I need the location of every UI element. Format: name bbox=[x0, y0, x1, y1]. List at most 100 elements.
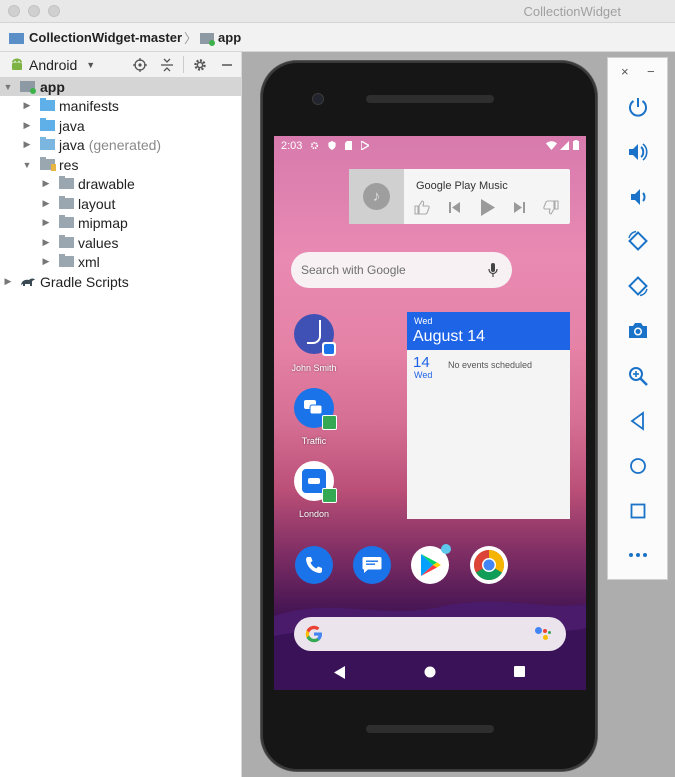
tree-item-app[interactable]: ▼ app bbox=[0, 77, 241, 96]
shortcut-label: John Smith bbox=[291, 363, 337, 373]
expand-arrow-icon[interactable]: ▶ bbox=[40, 237, 52, 248]
minimize-emulator-button[interactable]: − bbox=[647, 64, 655, 79]
phone-app-icon[interactable] bbox=[295, 546, 333, 584]
music-title: Google Play Music bbox=[416, 180, 508, 192]
google-g-icon bbox=[305, 625, 322, 643]
messages-app-icon[interactable] bbox=[353, 546, 391, 584]
close-emulator-button[interactable]: × bbox=[621, 64, 629, 79]
skip-next-icon[interactable] bbox=[513, 201, 526, 214]
contact-icon[interactable] bbox=[294, 314, 336, 356]
collapse-all-icon[interactable] bbox=[160, 58, 174, 72]
window-title: CollectionWidget bbox=[523, 4, 621, 19]
expand-arrow-icon[interactable]: ▶ bbox=[21, 120, 33, 131]
search-placeholder: Search with Google bbox=[301, 263, 406, 277]
back-button[interactable] bbox=[622, 405, 654, 437]
front-camera bbox=[312, 93, 324, 105]
project-toolbar: Android ▼ bbox=[0, 52, 241, 78]
more-button[interactable] bbox=[622, 539, 654, 571]
module-icon bbox=[20, 81, 36, 94]
back-icon[interactable] bbox=[334, 666, 346, 679]
breadcrumb-separator: 〉 bbox=[184, 30, 198, 46]
music-note-icon: ♪ bbox=[363, 183, 390, 210]
tree-item-gradle-scripts[interactable]: ▶ Gradle Scripts bbox=[0, 272, 241, 291]
wifi-icon bbox=[546, 141, 557, 150]
expand-arrow-icon[interactable]: ▼ bbox=[2, 82, 14, 92]
breadcrumb-module[interactable]: app bbox=[218, 30, 241, 45]
chrome-app-icon[interactable] bbox=[470, 546, 508, 584]
calendar-header: Wed August 14 bbox=[407, 312, 570, 350]
expand-arrow-icon[interactable]: ▶ bbox=[40, 198, 52, 209]
tree-item-label: xml bbox=[78, 253, 100, 270]
tree-item-suffix: (generated) bbox=[88, 136, 162, 153]
tree-item-java-generated[interactable]: ▶ java (generated) bbox=[0, 135, 241, 154]
traffic-icon[interactable] bbox=[294, 388, 337, 430]
expand-arrow-icon[interactable]: ▶ bbox=[40, 217, 52, 228]
tree-item-label: drawable bbox=[78, 175, 135, 192]
view-mode-select[interactable]: Android bbox=[29, 57, 77, 73]
thumbs-down-icon[interactable] bbox=[543, 200, 559, 215]
play-store-app-icon[interactable] bbox=[411, 544, 451, 584]
expand-arrow-icon[interactable]: ▼ bbox=[21, 160, 33, 170]
overview-button[interactable] bbox=[622, 495, 654, 527]
toolbar-divider bbox=[183, 56, 184, 73]
tree-item-manifests[interactable]: ▶ manifests bbox=[0, 96, 241, 115]
power-button[interactable] bbox=[622, 91, 654, 123]
directions-icon[interactable] bbox=[294, 461, 337, 503]
close-window-button[interactable] bbox=[8, 5, 20, 17]
breadcrumb-project[interactable]: CollectionWidget-master bbox=[29, 30, 182, 45]
skip-previous-icon[interactable] bbox=[448, 201, 461, 214]
expand-arrow-icon[interactable]: ▶ bbox=[21, 100, 33, 111]
zoom-window-button[interactable] bbox=[48, 5, 60, 17]
expand-arrow-icon[interactable]: ▶ bbox=[40, 256, 52, 267]
tree-item-xml[interactable]: ▶ xml bbox=[0, 252, 241, 271]
hide-panel-icon[interactable] bbox=[221, 59, 233, 71]
status-time: 2:03 bbox=[281, 140, 303, 152]
screenshot-button[interactable] bbox=[622, 315, 654, 347]
music-widget[interactable]: ♪ Google Play Music bbox=[349, 169, 570, 224]
tree-item-label: res bbox=[59, 156, 79, 173]
calendar-widget[interactable]: Wed August 14 14 Wed No events scheduled bbox=[407, 312, 570, 519]
tree-item-label: java bbox=[59, 136, 85, 153]
locate-icon[interactable] bbox=[133, 57, 147, 72]
expand-arrow-icon[interactable]: ▶ bbox=[40, 178, 52, 189]
shortcut-label: Traffic bbox=[301, 436, 327, 446]
chevron-down-icon[interactable]: ▼ bbox=[86, 60, 95, 70]
generated-folder-icon bbox=[40, 137, 55, 150]
thumbs-up-icon[interactable] bbox=[414, 200, 430, 215]
gear-icon[interactable] bbox=[193, 58, 207, 72]
calendar-empty-message: No events scheduled bbox=[448, 360, 533, 370]
tree-item-label: layout bbox=[78, 195, 116, 212]
play-icon[interactable] bbox=[480, 199, 495, 216]
rotate-left-button[interactable] bbox=[622, 225, 654, 257]
tree-item-res[interactable]: ▼ res bbox=[0, 155, 241, 174]
folder-icon bbox=[59, 215, 74, 228]
assistant-icon[interactable] bbox=[535, 627, 551, 641]
status-bar: 2:03 bbox=[274, 136, 586, 156]
microphone-icon[interactable] bbox=[488, 263, 498, 278]
tree-item-mipmap[interactable]: ▶ mipmap bbox=[0, 213, 241, 232]
tree-item-layout[interactable]: ▶ layout bbox=[0, 194, 241, 213]
zoom-button[interactable] bbox=[622, 360, 654, 392]
calendar-header-date: August 14 bbox=[413, 328, 486, 345]
overview-icon[interactable] bbox=[514, 666, 525, 677]
minimize-window-button[interactable] bbox=[28, 5, 40, 17]
tree-item-label: values bbox=[78, 234, 119, 251]
home-icon[interactable] bbox=[424, 666, 436, 678]
tree-item-label: mipmap bbox=[78, 214, 128, 231]
home-button[interactable] bbox=[622, 450, 654, 482]
tree-item-values[interactable]: ▶ values bbox=[0, 233, 241, 252]
expand-arrow-icon[interactable]: ▶ bbox=[21, 139, 33, 150]
device-screen[interactable]: 2:03 ♪ Google Play Music Search with Goo… bbox=[274, 136, 586, 690]
tree-item-java[interactable]: ▶ java bbox=[0, 116, 241, 135]
rotate-right-button[interactable] bbox=[622, 270, 654, 302]
volume-down-button[interactable] bbox=[622, 181, 654, 213]
expand-arrow-icon[interactable]: ▶ bbox=[2, 276, 14, 287]
tree-item-drawable[interactable]: ▶ drawable bbox=[0, 174, 241, 193]
zoom-icon bbox=[629, 367, 648, 386]
google-search-bar[interactable] bbox=[294, 617, 566, 651]
project-icon bbox=[9, 32, 24, 44]
volume-up-button[interactable] bbox=[622, 136, 654, 168]
back-icon bbox=[630, 411, 644, 431]
tree-item-label: java bbox=[59, 117, 85, 134]
google-search-widget[interactable]: Search with Google bbox=[291, 252, 512, 288]
